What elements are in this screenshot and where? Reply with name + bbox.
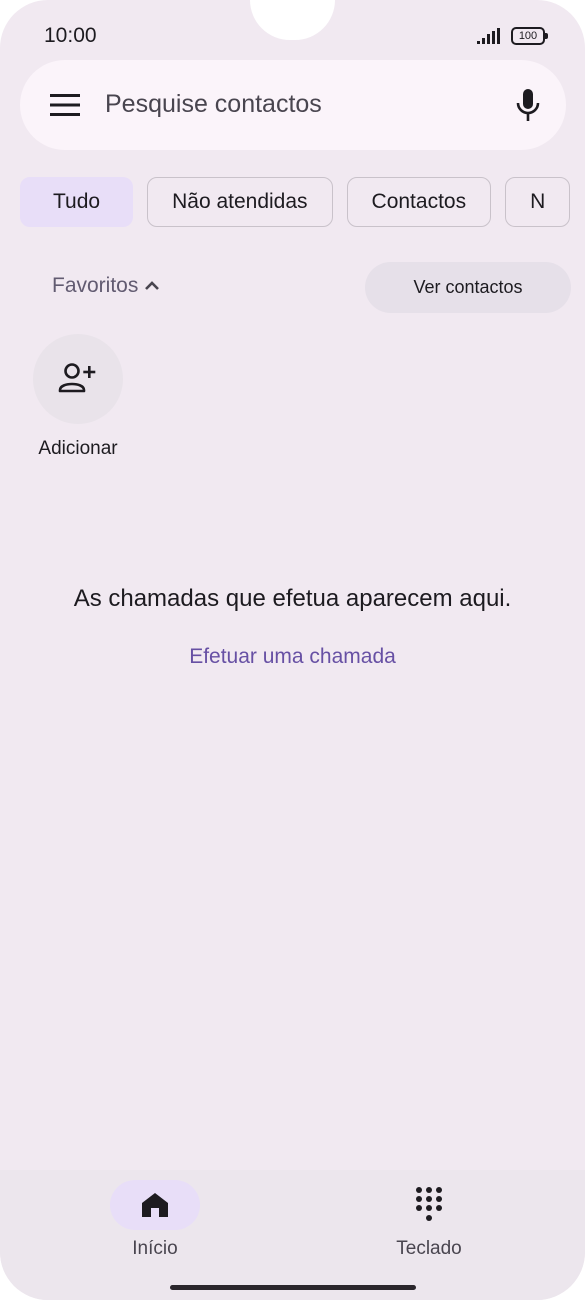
- chip-more[interactable]: N: [505, 177, 571, 227]
- home-indicator[interactable]: [170, 1285, 416, 1290]
- chip-tudo[interactable]: Tudo: [20, 177, 134, 227]
- status-time: 10:00: [44, 24, 97, 47]
- nav-pill: [384, 1180, 474, 1230]
- battery-icon: 100: [511, 27, 548, 45]
- nav-item-inicio[interactable]: Início: [75, 1180, 235, 1260]
- search-input[interactable]: Pesquise contactos: [105, 90, 322, 119]
- home-icon: [142, 1193, 168, 1217]
- nav-item-teclado[interactable]: Teclado: [349, 1180, 509, 1260]
- signal-icon: [477, 28, 500, 44]
- status-icons: 100: [477, 27, 548, 45]
- chip-contactos[interactable]: Contactos: [346, 177, 492, 227]
- search-bar[interactable]: Pesquise contactos: [20, 60, 566, 150]
- add-favorite-button[interactable]: [33, 334, 123, 424]
- nav-label-teclado: Teclado: [396, 1238, 462, 1259]
- person-add-icon: [58, 363, 96, 393]
- bottom-navigation: Início Teclado: [0, 1170, 585, 1300]
- filter-chips: Tudo Não atendidas Contactos N: [20, 177, 571, 227]
- nav-pill-active: [110, 1180, 200, 1230]
- view-contacts-button[interactable]: Ver contactos: [365, 262, 571, 313]
- empty-state-message: As chamadas que efetua aparecem aqui.: [73, 585, 512, 612]
- phone-screen: 10:00 100 Pesquise contactos Tudo Não at…: [0, 0, 585, 1300]
- microphone-icon[interactable]: [516, 88, 540, 122]
- chip-nao-atendidas[interactable]: Não atendidas: [147, 177, 333, 227]
- make-call-link[interactable]: Efetuar uma chamada: [0, 645, 585, 669]
- favorites-label: Favoritos: [52, 274, 139, 297]
- favorites-toggle[interactable]: Favoritos: [52, 274, 160, 298]
- chevron-up-icon: [145, 281, 160, 290]
- dialpad-icon: [416, 1187, 442, 1221]
- add-favorite-label: Adicionar: [38, 438, 118, 459]
- camera-notch: [250, 0, 335, 40]
- nav-label-inicio: Início: [132, 1238, 178, 1259]
- hamburger-menu-icon[interactable]: [50, 94, 80, 116]
